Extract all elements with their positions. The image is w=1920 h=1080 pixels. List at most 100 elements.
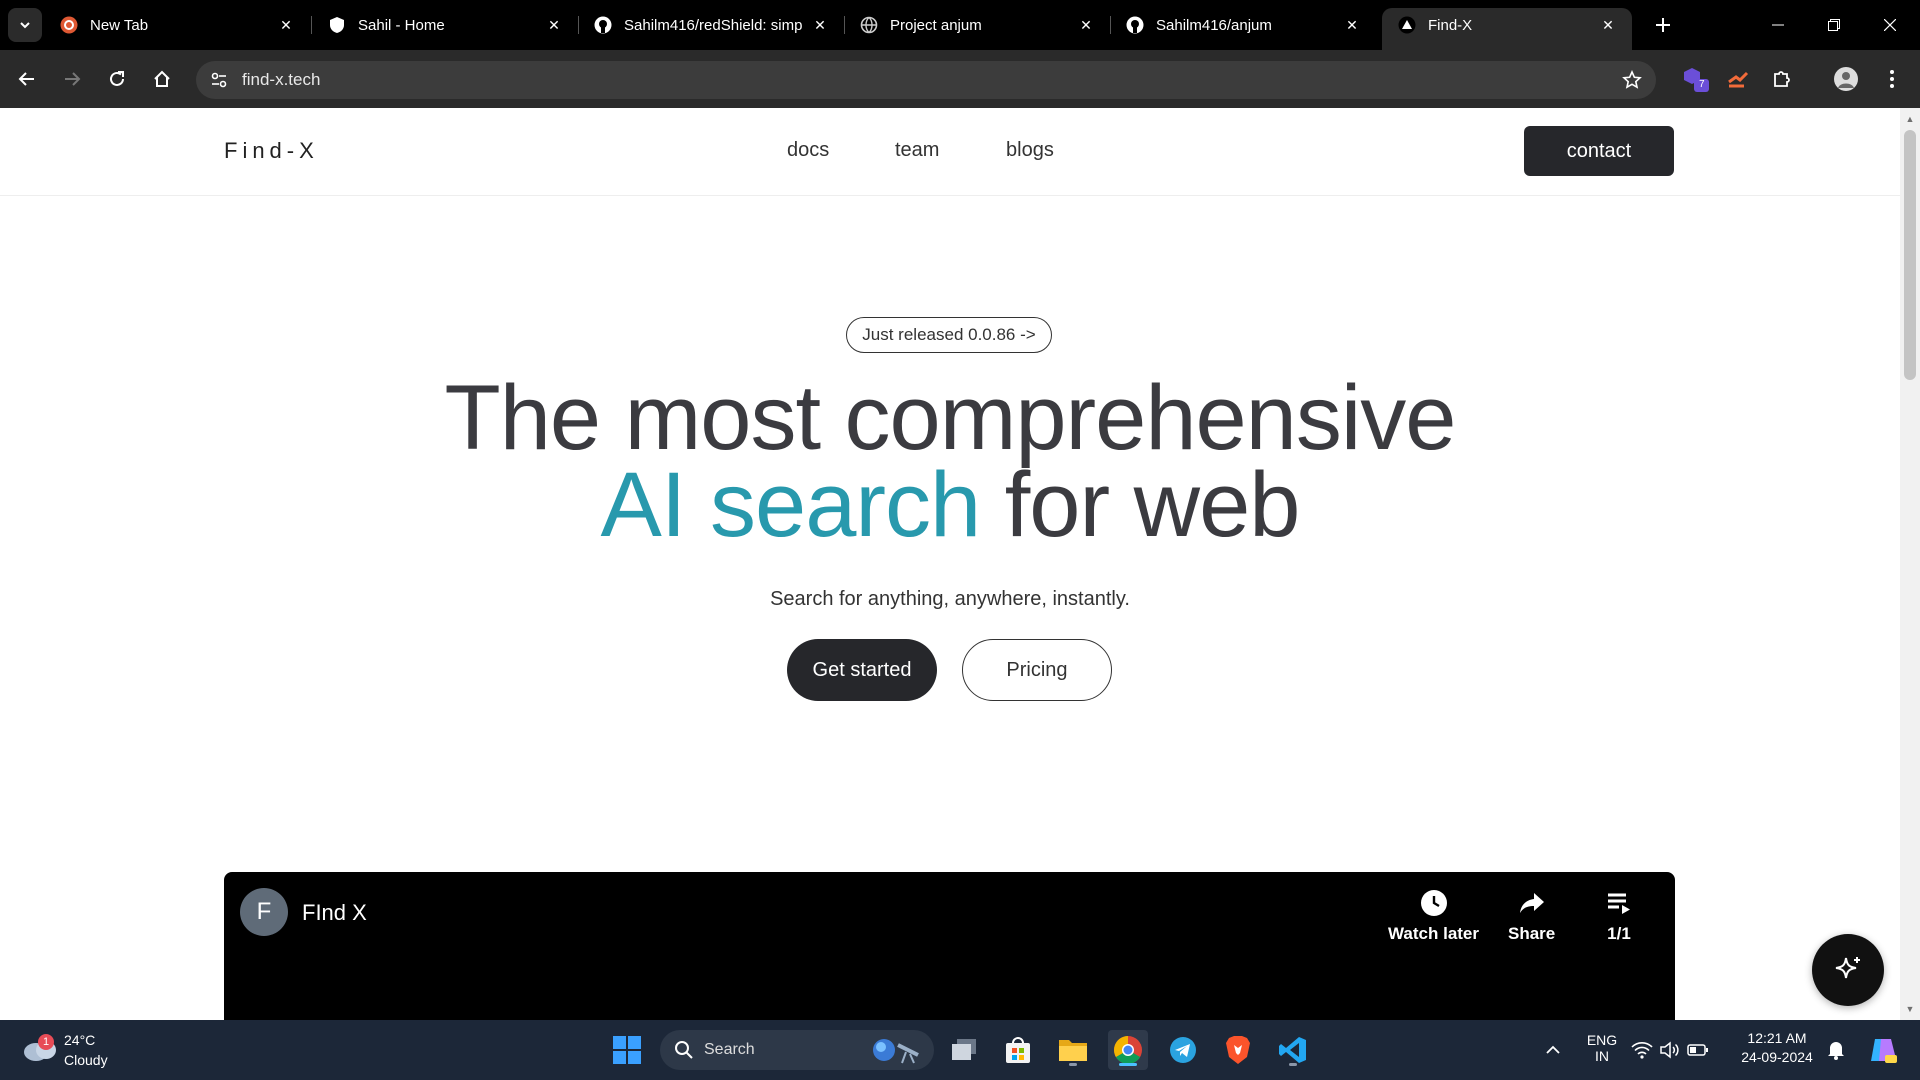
tab-title: Find-X: [1428, 16, 1473, 34]
quick-settings-button[interactable]: [1630, 1030, 1710, 1070]
tab-new-tab[interactable]: New Tab ✕: [44, 8, 310, 42]
brave-browser-button[interactable]: [1218, 1030, 1258, 1070]
hero-accent-text: AI search: [600, 454, 982, 556]
tab-anjum-repo[interactable]: Sahilm416/anjum ✕: [1110, 8, 1376, 42]
chrome-icon: [1114, 1036, 1142, 1064]
clock-time: 12:21 AM: [1747, 1030, 1807, 1046]
pricing-button[interactable]: Pricing: [962, 639, 1112, 701]
tab-redshield[interactable]: Sahilm416/redShield: simp ✕: [578, 8, 844, 42]
close-icon[interactable]: ✕: [1076, 15, 1096, 35]
sparkle-icon: [1835, 957, 1860, 979]
home-button[interactable]: [144, 61, 180, 97]
browser-toolbar: find-x.tech 7: [0, 50, 1920, 108]
microsoft-store-button[interactable]: [998, 1030, 1038, 1070]
task-view-button[interactable]: [944, 1030, 984, 1070]
video-title[interactable]: FInd X: [302, 900, 367, 926]
url-text: find-x.tech: [242, 70, 321, 89]
weather-widget[interactable]: 1 24°C Cloudy: [20, 1028, 140, 1072]
playlist-count: 1/1: [1607, 924, 1631, 943]
bookmark-star-icon[interactable]: [1620, 68, 1644, 92]
nav-team-link[interactable]: team: [895, 139, 939, 162]
chrome-taskbar-button[interactable]: [1108, 1030, 1148, 1070]
close-icon[interactable]: ✕: [544, 15, 564, 35]
active-indicator: [1119, 1063, 1137, 1066]
forward-button[interactable]: [54, 61, 90, 97]
scroll-thumb[interactable]: [1904, 130, 1916, 380]
extension-button[interactable]: [1722, 63, 1754, 95]
clock-icon: [1419, 888, 1449, 918]
triangle-icon: [1398, 16, 1416, 34]
playlist-button[interactable]: 1/1: [1604, 888, 1634, 944]
vscode-button[interactable]: [1273, 1030, 1313, 1070]
extensions-menu-button[interactable]: [1766, 63, 1798, 95]
site-header: Find-X docs team blogs contact: [0, 108, 1900, 196]
new-tab-button[interactable]: [1648, 10, 1678, 40]
reload-icon: [110, 71, 124, 86]
clock[interactable]: 12:21 AM 24-09-2024: [1732, 1030, 1822, 1065]
show-hidden-icons-button[interactable]: [1533, 1030, 1573, 1070]
notifications-button[interactable]: [1816, 1030, 1856, 1070]
tab-project-anjum[interactable]: Project anjum ✕: [844, 8, 1110, 42]
browser-menu-button[interactable]: [1876, 63, 1908, 95]
address-bar[interactable]: find-x.tech: [196, 61, 1656, 99]
vscode-icon: [1279, 1037, 1306, 1063]
speaker-icon: [1660, 1041, 1679, 1059]
search-icon: [675, 1041, 693, 1059]
restore-button[interactable]: [1806, 0, 1862, 50]
language-indicator[interactable]: ENG IN: [1572, 1032, 1632, 1064]
telegram-button[interactable]: [1163, 1030, 1203, 1070]
temperature-text: 24°C: [64, 1032, 96, 1048]
profile-avatar[interactable]: [1830, 63, 1862, 95]
page-scrollbar[interactable]: ▲ ▼: [1900, 108, 1920, 1020]
scroll-up-arrow-icon[interactable]: ▲: [1905, 114, 1915, 124]
close-icon[interactable]: ✕: [276, 15, 296, 35]
watch-later-button[interactable]: Watch later: [1388, 888, 1479, 944]
close-icon[interactable]: ✕: [810, 15, 830, 35]
nav-blogs-link[interactable]: blogs: [1006, 139, 1054, 162]
tab-find-x[interactable]: Find-X ✕: [1382, 8, 1632, 50]
back-button[interactable]: [9, 61, 45, 97]
hero-rest-text: for web: [980, 454, 1301, 556]
close-window-button[interactable]: [1862, 0, 1918, 50]
share-arrow-icon: [1517, 888, 1547, 918]
shield-icon: [328, 16, 346, 34]
windows-taskbar: 1 24°C Cloudy Search ENG IN 12:21 AM 24-…: [0, 1020, 1920, 1080]
chevron-up-icon: [1546, 1045, 1560, 1054]
youtube-video-embed[interactable]: F FInd X Watch later Share 1/1: [224, 872, 1675, 1020]
share-button[interactable]: Share: [1508, 888, 1555, 944]
close-icon[interactable]: ✕: [1598, 15, 1618, 35]
scroll-down-arrow-icon[interactable]: ▼: [1905, 1004, 1915, 1014]
file-explorer-button[interactable]: [1053, 1030, 1093, 1070]
contact-button[interactable]: contact: [1524, 126, 1674, 176]
store-bag-icon: [1006, 1037, 1030, 1063]
search-highlight-telescope-icon: [873, 1039, 919, 1064]
tab-title: Project anjum: [890, 16, 982, 34]
page-viewport: Find-X docs team blogs contact Just rele…: [0, 108, 1900, 1020]
extension-badge-button[interactable]: 7: [1680, 63, 1712, 95]
region-code: IN: [1595, 1048, 1609, 1064]
site-logo[interactable]: Find-X: [224, 138, 319, 164]
get-started-button[interactable]: Get started: [787, 639, 937, 701]
minimize-button[interactable]: [1750, 0, 1806, 50]
channel-avatar[interactable]: F: [240, 888, 288, 936]
nav-docs-link[interactable]: docs: [787, 139, 829, 162]
taskbar-search-box[interactable]: Search: [660, 1030, 934, 1070]
close-icon: [1884, 19, 1896, 31]
share-label: Share: [1508, 924, 1556, 943]
tab-sahil-home[interactable]: Sahil - Home ✕: [312, 8, 578, 42]
clock-date: 24-09-2024: [1741, 1049, 1813, 1065]
close-icon[interactable]: ✕: [1342, 15, 1362, 35]
task-view-icon: [952, 1039, 976, 1060]
telegram-icon: [1170, 1037, 1196, 1063]
copilot-button[interactable]: [1862, 1030, 1902, 1070]
start-button[interactable]: [607, 1030, 647, 1070]
tab-search-button[interactable]: [8, 8, 42, 42]
reload-button[interactable]: [99, 61, 135, 97]
site-info-icon[interactable]: [208, 69, 230, 91]
ai-assistant-button[interactable]: [1812, 934, 1884, 1006]
arrow-right-icon: [65, 72, 81, 86]
tab-title: New Tab: [90, 16, 149, 34]
tab-title: Sahilm416/anjum: [1156, 16, 1272, 34]
windows-logo-icon: [613, 1036, 641, 1064]
release-badge-link[interactable]: Just released 0.0.86 ->: [846, 317, 1052, 353]
